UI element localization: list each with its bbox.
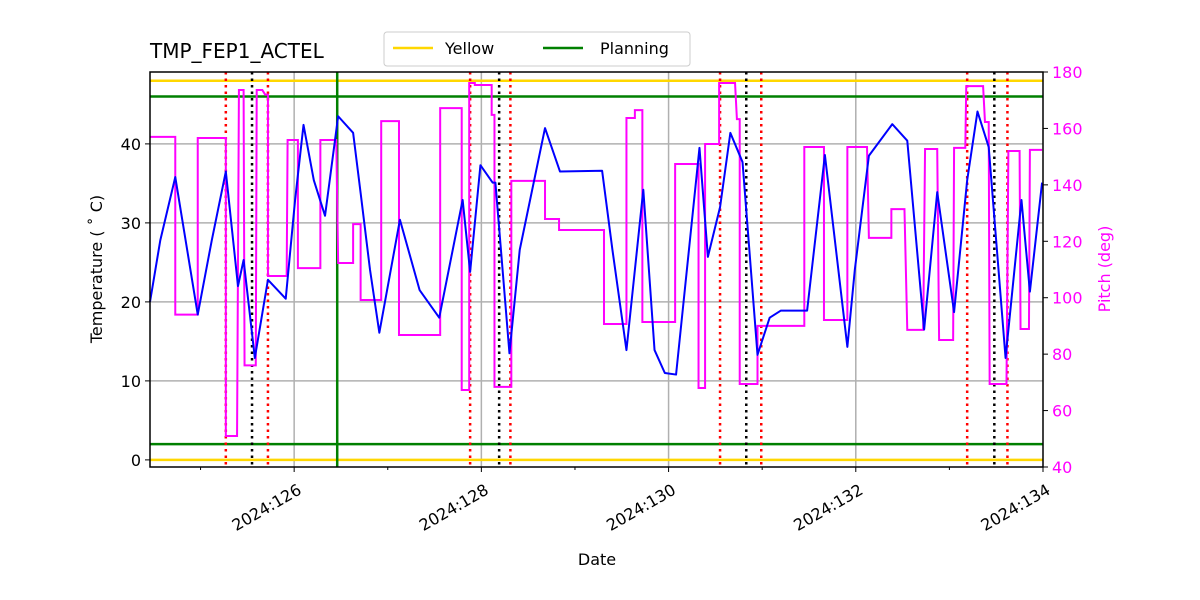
- y2-tick-label: 160: [1052, 119, 1083, 138]
- grid: [150, 72, 1043, 467]
- y2-tick-label: 180: [1052, 63, 1083, 82]
- y-axis-right: 40 60 80 100 120 140 160 180: [1043, 63, 1083, 477]
- y-axis-title: Temperature ( ˚ C): [87, 195, 106, 344]
- y-tick-label: 30: [121, 214, 141, 233]
- pitch-line: [150, 82, 1043, 437]
- y2-axis-title: Pitch (deg): [1095, 226, 1114, 313]
- x-axis: 2024:126 2024:128 2024:130 2024:132 2024:134: [200, 467, 1054, 535]
- legend-label-yellow: Yellow: [444, 39, 494, 58]
- limit-lines: [150, 79, 1043, 462]
- temperature-line: [149, 110, 1044, 376]
- y2-tick-label: 100: [1052, 289, 1083, 308]
- chart-title: TMP_FEP1_ACTEL: [149, 39, 325, 63]
- x-tick-label: 2024:128: [416, 480, 492, 535]
- legend: Yellow Planning: [383, 31, 691, 67]
- x-axis-title: Date: [578, 550, 616, 569]
- x-tick-label: 2024:126: [229, 480, 305, 535]
- y2-tick-label: 60: [1052, 402, 1072, 421]
- x-tick-label: 2024:132: [790, 480, 866, 535]
- y-tick-label: 0: [131, 451, 141, 470]
- y2-tick-label: 120: [1052, 232, 1083, 251]
- series: [149, 82, 1044, 437]
- x-tick-label: 2024:134: [978, 480, 1054, 535]
- y2-tick-label: 40: [1052, 458, 1072, 477]
- chart: TMP_FEP1_ACTEL Yellow Planning 2024:126 2…: [87, 31, 1114, 569]
- x-tick-label: 2024:130: [603, 480, 679, 535]
- y-tick-label: 10: [121, 372, 141, 391]
- event-lines: [224, 72, 1009, 467]
- legend-label-planning: Planning: [600, 39, 669, 58]
- y-axis-left: 0 10 20 30 40: [121, 135, 150, 470]
- y2-tick-label: 80: [1052, 345, 1072, 364]
- y2-tick-label: 140: [1052, 176, 1083, 195]
- plot-frame: [149, 71, 1044, 468]
- y-tick-label: 20: [121, 293, 141, 312]
- y-tick-label: 40: [121, 135, 141, 154]
